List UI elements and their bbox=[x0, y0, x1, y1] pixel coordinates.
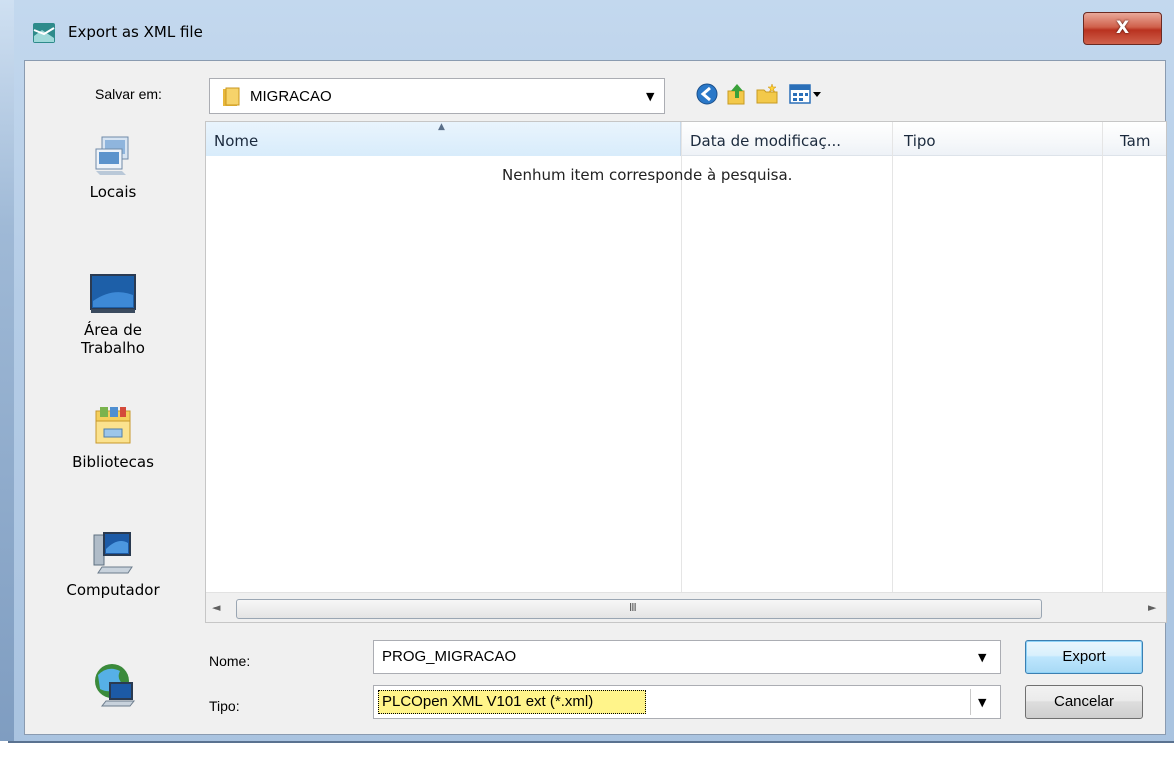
column-divider bbox=[681, 122, 682, 592]
file-list[interactable]: ▲ Nome Data de modificaç... Tipo Tam Nen… bbox=[205, 121, 1167, 623]
desktop-icon bbox=[90, 274, 136, 313]
chevron-down-icon[interactable]: ▼ bbox=[978, 651, 986, 664]
place-computer[interactable]: Computador bbox=[25, 529, 201, 599]
save-in-label: Salvar em: bbox=[95, 86, 162, 102]
up-folder-icon[interactable] bbox=[725, 82, 749, 106]
title-bar: Export as XML file X bbox=[14, 12, 1174, 52]
place-libraries[interactable]: Bibliotecas bbox=[25, 405, 201, 471]
new-folder-icon[interactable] bbox=[755, 82, 779, 106]
close-button[interactable]: X bbox=[1083, 12, 1162, 45]
column-header-size[interactable]: Tam bbox=[1120, 132, 1150, 150]
place-label: Computador bbox=[66, 581, 160, 599]
view-menu-icon[interactable] bbox=[789, 82, 823, 106]
horizontal-scrollbar[interactable]: ◄ III ► bbox=[206, 592, 1166, 622]
file-type-value: PLCOpen XML V101 ext (*.xml) bbox=[382, 693, 594, 710]
cancel-button[interactable]: Cancelar bbox=[1025, 685, 1143, 719]
dialog-client: Salvar em: MIGRACAO ▼ Locais Área de Tra… bbox=[24, 60, 1167, 735]
file-name-label: Nome: bbox=[209, 653, 251, 669]
place-desktop[interactable]: Área de Trabalho bbox=[25, 273, 201, 357]
scrollbar-grip: III bbox=[629, 601, 637, 614]
place-label: Área de bbox=[83, 321, 143, 339]
file-name-value: PROG_MIGRACAO bbox=[382, 648, 517, 665]
column-divider bbox=[892, 122, 893, 592]
folder-icon bbox=[223, 87, 240, 106]
window-bottom-edge bbox=[0, 741, 1174, 757]
column-header-type[interactable]: Tipo bbox=[904, 132, 936, 150]
place-label: Bibliotecas bbox=[72, 453, 154, 471]
place-label: Locais bbox=[89, 183, 137, 201]
window-title: Export as XML file bbox=[68, 23, 203, 41]
empty-message: Nenhum item corresponde à pesquisa. bbox=[502, 166, 793, 184]
scrollbar-thumb[interactable]: III bbox=[236, 599, 1042, 619]
scroll-left-icon[interactable]: ◄ bbox=[212, 601, 220, 614]
computer-icon bbox=[93, 532, 133, 574]
file-type-dropdown[interactable]: PLCOpen XML V101 ext (*.xml) ▼ bbox=[373, 685, 1001, 719]
dropdown-divider bbox=[970, 689, 971, 715]
place-label: Trabalho bbox=[81, 339, 145, 357]
back-icon[interactable] bbox=[695, 82, 719, 106]
window-left-edge bbox=[0, 0, 14, 757]
column-header-date[interactable]: Data de modificaç... bbox=[690, 132, 841, 150]
app-icon bbox=[33, 23, 55, 43]
location-dropdown[interactable]: MIGRACAO ▼ bbox=[209, 78, 665, 114]
file-name-input[interactable]: PROG_MIGRACAO ▼ bbox=[373, 640, 1001, 674]
network-icon bbox=[95, 664, 136, 707]
place-recent[interactable]: Locais bbox=[25, 135, 201, 201]
export-button[interactable]: Export bbox=[1025, 640, 1143, 674]
recent-places-icon bbox=[95, 136, 129, 175]
close-icon: X bbox=[1115, 18, 1130, 38]
libraries-icon bbox=[95, 407, 131, 444]
chevron-down-icon[interactable]: ▼ bbox=[978, 696, 986, 709]
sort-ascending-icon: ▲ bbox=[438, 122, 445, 132]
file-type-label: Tipo: bbox=[209, 698, 240, 714]
chevron-down-icon: ▼ bbox=[646, 90, 655, 103]
column-header-row: ▲ Nome Data de modificaç... Tipo Tam bbox=[206, 122, 1166, 156]
location-value: MIGRACAO bbox=[250, 88, 332, 105]
place-network[interactable] bbox=[25, 661, 201, 713]
column-divider bbox=[1102, 122, 1103, 592]
column-header-nome[interactable]: Nome bbox=[214, 132, 258, 150]
scroll-right-icon[interactable]: ► bbox=[1148, 601, 1156, 614]
